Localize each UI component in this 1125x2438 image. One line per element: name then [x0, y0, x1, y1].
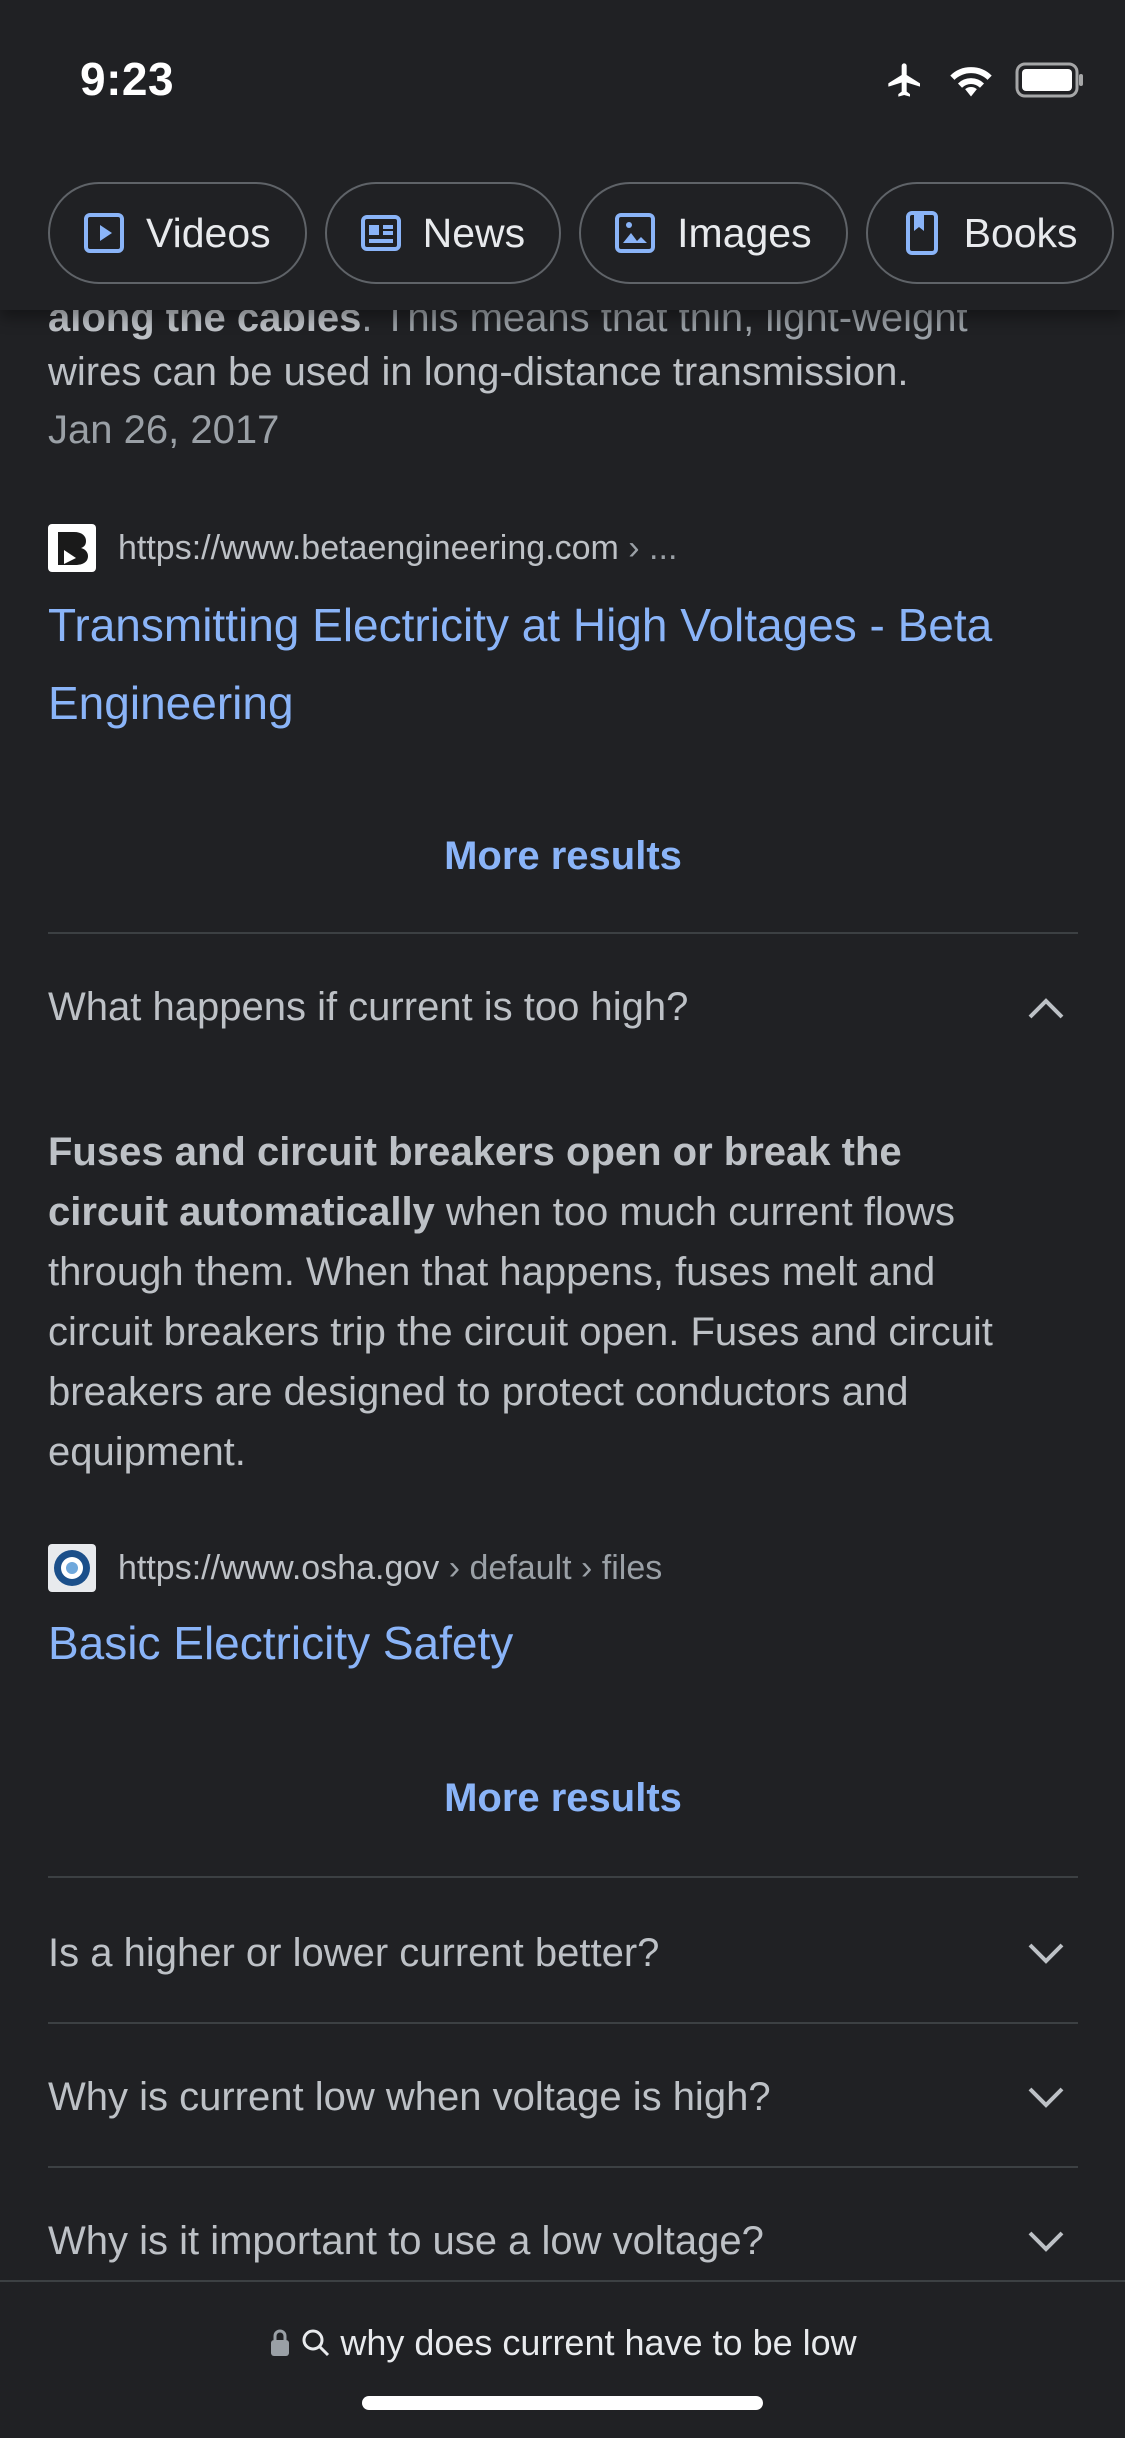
snippet-text: wires can be used in long-distance trans… [48, 350, 909, 394]
battery-icon [1015, 62, 1083, 98]
divider [48, 1876, 1078, 1878]
chip-books[interactable]: Books [865, 182, 1114, 284]
related-question[interactable]: Why is current low when voltage is high? [48, 2062, 1078, 2132]
video-icon [84, 213, 124, 253]
result-title-link[interactable]: Basic Electricity Safety [48, 1604, 513, 1682]
more-results-link[interactable]: More results [48, 834, 1078, 879]
chevron-up-icon [1028, 998, 1064, 1019]
divider [48, 2022, 1078, 2024]
chip-label: News [422, 209, 526, 256]
chip-label: Books [963, 209, 1078, 256]
related-question[interactable]: Why is it important to use a low voltage… [48, 2206, 1078, 2276]
beta-engineering-favicon-icon [48, 524, 96, 572]
divider [48, 932, 1078, 934]
book-icon [905, 211, 938, 255]
source-row[interactable]: https://www.betaengineering.com › ... [48, 524, 677, 572]
browser-address-bar[interactable]: why does current have to be low [0, 2280, 1125, 2438]
divider [48, 2166, 1078, 2168]
osha-favicon-icon [48, 1544, 96, 1592]
news-icon [360, 215, 401, 251]
chip-news[interactable]: News [324, 182, 562, 284]
lock-icon [271, 2329, 290, 2356]
search-icon [302, 2329, 330, 2357]
chevron-down-icon [1028, 2231, 1064, 2252]
airplane-mode-icon [888, 63, 920, 97]
more-results-link[interactable]: More results [48, 1776, 1078, 1821]
chip-images[interactable]: Images [579, 182, 848, 284]
result-title-link[interactable]: Transmitting Electricity at High Voltage… [48, 586, 992, 742]
status-time: 9:23 [80, 53, 175, 105]
answer-text: Fuses and circuit breakers open or break… [48, 1130, 993, 1474]
snippet-date: Jan 26, 2017 [48, 408, 280, 452]
chevron-down-icon [1028, 2087, 1064, 2108]
chip-label: Videos [146, 209, 271, 256]
related-question[interactable]: Is a higher or lower current better? [48, 1918, 1078, 1988]
wifi-icon [950, 67, 992, 97]
search-type-chips-bar: Videos News Images Books [0, 160, 1125, 310]
related-question-expanded[interactable]: What happens if current is too high? [48, 972, 1078, 1042]
chip-label: Images [677, 209, 812, 256]
status-bar: 9:23 [0, 0, 1125, 160]
chip-videos[interactable]: Videos [48, 182, 307, 284]
image-icon [615, 213, 656, 253]
chevron-down-icon [1028, 1943, 1064, 1964]
status-icons [883, 60, 1085, 100]
source-row[interactable]: https://www.osha.gov › default › files [48, 1544, 662, 1592]
address-bar-query[interactable]: why does current have to be low [0, 2322, 1125, 2364]
home-indicator[interactable] [362, 2396, 763, 2410]
